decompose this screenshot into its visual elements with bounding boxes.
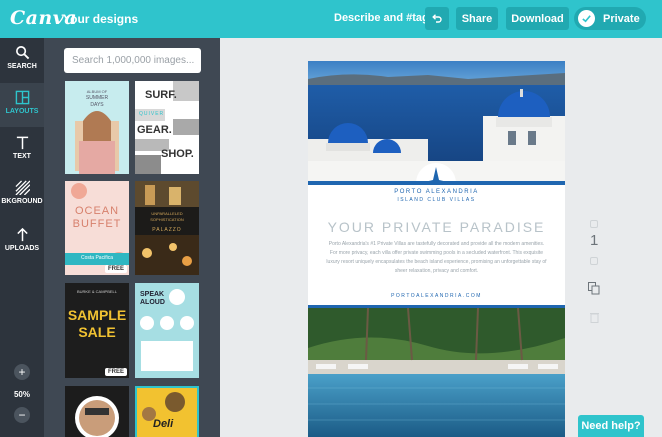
share-button[interactable]: Share bbox=[456, 7, 498, 30]
design-page[interactable]: PORTO ALEXANDRIA ISLAND CLUB VILLAS YOUR… bbox=[308, 61, 565, 437]
zoom-level: 50% bbox=[13, 390, 30, 399]
headline[interactable]: YOUR PRIVATE PARADISE bbox=[308, 219, 565, 235]
rail-item-label: LAYOUTS bbox=[5, 108, 39, 115]
thumb-text: SAMPLE bbox=[67, 307, 127, 323]
thumb-text: SURF. bbox=[145, 89, 177, 101]
upload-icon bbox=[16, 227, 28, 242]
check-icon bbox=[578, 10, 595, 27]
website-url[interactable]: PORTOALEXANDRIA.COM bbox=[308, 293, 565, 299]
rail-item-background[interactable]: BKGROUND bbox=[0, 173, 44, 217]
undo-icon bbox=[432, 13, 442, 23]
canva-editor: Canva Your designs Describe and #tag Sha… bbox=[0, 0, 662, 437]
image-search-input[interactable]: Search 1,000,000 images... bbox=[64, 48, 201, 73]
thumb-text: ALOUD bbox=[140, 299, 165, 306]
design-workspace: PORTO ALEXANDRIA ISLAND CLUB VILLAS YOUR… bbox=[220, 38, 662, 437]
layout-thumbnail[interactable]: UNPARALLELED SOPHISTICATION PALAZZO bbox=[135, 181, 199, 275]
body-paragraph[interactable]: Porto Alexandria's #1 Private Villas are… bbox=[326, 240, 547, 276]
rail-item-text[interactable]: TEXT bbox=[0, 128, 44, 172]
rail-item-label: UPLOADS bbox=[4, 245, 40, 252]
divider bbox=[308, 181, 565, 185]
zoom-in-button[interactable]: + bbox=[14, 364, 30, 380]
brand-name[interactable]: PORTO ALEXANDRIA bbox=[308, 189, 565, 195]
thumb-text: SHOP. bbox=[161, 148, 194, 160]
copy-page-icon[interactable] bbox=[588, 282, 600, 300]
private-toggle[interactable]: Private bbox=[574, 7, 646, 30]
hero-image[interactable] bbox=[308, 61, 565, 183]
thumb-text: GEAR. bbox=[137, 124, 172, 136]
thumb-text: SPEAK bbox=[140, 291, 165, 298]
free-badge: FREE bbox=[104, 265, 127, 273]
layout-thumbnail[interactable]: OCEAN BUFFET Costa Pacifica FREE bbox=[65, 181, 129, 275]
background-icon bbox=[14, 180, 30, 195]
describe-tag-button[interactable]: Describe and #tag bbox=[334, 12, 429, 24]
undo-button[interactable] bbox=[425, 7, 449, 30]
thumb-text: DAYS bbox=[90, 102, 104, 108]
thumb-text: QUIVER bbox=[139, 111, 165, 117]
zoom-out-button[interactable]: − bbox=[14, 407, 30, 423]
rail-item-uploads[interactable]: UPLOADS bbox=[0, 220, 44, 264]
need-help-button[interactable]: Need help? bbox=[578, 415, 644, 437]
thumb-text: ALBUM OF bbox=[86, 89, 108, 94]
download-button[interactable]: Download bbox=[506, 7, 569, 30]
thumb-text: UNPARALLELED bbox=[151, 211, 183, 216]
free-badge: FREE bbox=[104, 368, 127, 376]
rail-item-label: BKGROUND bbox=[1, 198, 43, 205]
left-rail: SEARCH LAYOUTS TEXT BKGROUND UPLOADS + 5… bbox=[0, 38, 44, 437]
layouts-icon bbox=[15, 90, 29, 105]
thumb-text: OCEAN bbox=[74, 205, 120, 217]
layout-thumbnail[interactable]: SPEAK ALOUD bbox=[135, 283, 199, 378]
layouts-panel: Search 1,000,000 images... ALBUM OF SUMM… bbox=[44, 38, 220, 437]
thumb-text: BUFFET bbox=[72, 218, 122, 230]
santorini-photo bbox=[308, 61, 565, 183]
rail-item-layouts[interactable]: LAYOUTS bbox=[0, 83, 44, 127]
layout-thumbnail[interactable]: Deli bbox=[135, 386, 199, 437]
layout-thumbnail[interactable]: SURF. QUIVER GEAR. SHOP. bbox=[135, 81, 199, 174]
brand-subtitle[interactable]: ISLAND CLUB VILLAS bbox=[308, 197, 565, 203]
rail-item-label: TEXT bbox=[13, 153, 31, 160]
thumb-text: SUMMER bbox=[85, 95, 109, 101]
search-icon bbox=[15, 46, 29, 60]
move-down-icon[interactable] bbox=[590, 257, 598, 265]
page-number: 1 bbox=[590, 232, 599, 249]
your-designs-link[interactable]: Your designs bbox=[63, 12, 138, 26]
thumb-text: Costa Pacifica bbox=[81, 255, 113, 261]
layout-thumbnail[interactable] bbox=[65, 386, 129, 437]
rail-item-search[interactable]: SEARCH bbox=[0, 38, 44, 82]
move-up-icon[interactable] bbox=[590, 220, 598, 228]
layout-preview-image bbox=[65, 386, 129, 437]
thumb-text: PALAZZO bbox=[152, 227, 182, 233]
text-icon bbox=[16, 136, 28, 150]
delete-page-icon[interactable] bbox=[590, 310, 599, 328]
top-bar: Canva Your designs Describe and #tag Sha… bbox=[0, 0, 662, 38]
thumb-text: BURKE & CAMPBELL bbox=[76, 289, 117, 294]
layout-thumbnail[interactable]: ALBUM OF SUMMER DAYS bbox=[65, 81, 129, 174]
thumb-text: SOPHISTICATION bbox=[150, 217, 184, 222]
layout-thumbnail[interactable]: BURKE & CAMPBELL SAMPLE SALE FREE bbox=[65, 283, 129, 378]
pool-photo bbox=[308, 308, 565, 437]
pool-image[interactable] bbox=[308, 308, 565, 437]
thumb-text: Deli bbox=[153, 418, 174, 430]
rail-item-label: SEARCH bbox=[7, 63, 37, 70]
private-label: Private bbox=[603, 12, 640, 25]
thumb-text: SALE bbox=[78, 324, 116, 340]
